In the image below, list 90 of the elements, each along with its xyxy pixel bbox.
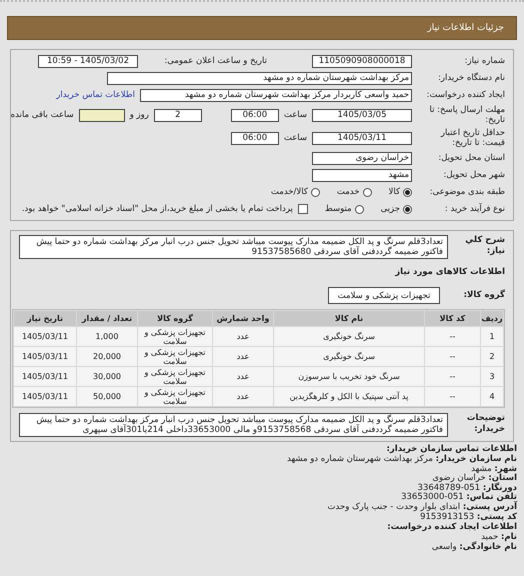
input-field[interactable]: 1105090908000018 [312, 54, 412, 68]
section-title: اطلاعات ایجاد کننده درخواست: [386, 522, 517, 532]
contact-line: نام: حمید [481, 533, 517, 542]
input-field[interactable]: 2 [154, 108, 202, 122]
table-cell: تجهیزات پزشکی و سلامت [138, 347, 212, 366]
input-field[interactable]: مشهد [312, 168, 412, 182]
table-cell: سرنگ خونگیری [274, 347, 424, 366]
table-cell: عدد [213, 387, 273, 406]
input-field[interactable]: 1405/03/11 [312, 132, 412, 144]
table-cell: تجهیزات پزشکی و سلامت [138, 387, 212, 406]
field-label: طبقه بندی موضوعی: [428, 187, 505, 197]
table-cell: عدد [213, 327, 273, 346]
table-cell: 4 [481, 387, 503, 406]
contact-line: استان: خراسان رضوی [431, 474, 517, 484]
field-label: نام دستگاه خریدار: [437, 73, 505, 83]
table-cell: -- [425, 347, 480, 366]
field-label: روز و [130, 110, 149, 120]
option-label: پرداخت تمام یا بخشی از مبلغ خرید،از محل "اسناد خزانه اسلامی" خواهد بود. [22, 204, 293, 214]
table-cell: 20,000 [77, 347, 137, 366]
radio-button[interactable] [310, 188, 320, 196]
table-cell: 1,000 [77, 327, 137, 346]
input-field[interactable]: 06:00 [230, 132, 279, 144]
description-box: تعداد3قلم سرنگ و پد الکل ضمیمه مدارک پیوست میباشد تحویل جنس درب انبار مرکز بهداشت شماره دو حتما پیش فاکتور ضمیمه گرددفنی آقای سردقی 9153758568و مالی 33653000داخلی 214یا301آقای سپهری [19, 413, 448, 437]
table-cell: 2 [481, 347, 503, 366]
column-header: ردیف [481, 311, 503, 326]
field-label: تاریخ و ساعت اعلان عمومی: [163, 56, 267, 66]
input-field[interactable]: 06:00 [230, 108, 279, 122]
input-field[interactable] [78, 108, 125, 122]
field-label: استان محل تحویل: [437, 153, 505, 163]
input-field[interactable]: تجهیزات پزشکی و سلامت [328, 287, 440, 304]
input-field[interactable]: حمید واسعی کاربردار مرکز بهداشت شهرستان شماره دو مشهد [140, 88, 412, 102]
table-cell: تجهیزات پزشکی و سلامت [138, 327, 212, 346]
table-cell: عدد [213, 347, 273, 366]
table-cell: 3 [481, 367, 503, 386]
radio-button[interactable] [403, 188, 412, 196]
field-label: شرح کلي نياز: [464, 235, 505, 257]
section-title: اطلاعات تماس سازمان خریدار: [386, 444, 517, 454]
column-header: نام کالا [274, 311, 424, 326]
table-cell: پد آنتی سپتیک با الکل و کلرهگزیدین [274, 387, 424, 406]
page-header: جزئيات اطلاعات نياز [7, 16, 517, 40]
contact-line: شهر: مشهد [471, 464, 517, 474]
column-header: تاریخ نیاز [14, 311, 76, 326]
input-field[interactable]: مرکز بهداشت شهرستان شماره دو مشهد [107, 72, 412, 84]
column-header: گروه کالا [138, 311, 212, 326]
table-cell: 1405/03/11 [14, 387, 76, 406]
column-header: واحد شمارش [213, 311, 273, 326]
field-label: توضیحات خریدار: [466, 413, 505, 435]
table-cell: تجهیزات پزشکی و سلامت [138, 367, 212, 386]
description-box: تعداد3قلم سرنگ و پد الکل ضمیمه مدارک پیوست میباشد تحویل جنس درب انبار مرکز بهداشت شماره دو حتما پیش فاکتور ضمیمه گرددفنی آقای سردقی 91537585680 [19, 235, 448, 259]
field-label: ساعت [284, 110, 307, 120]
option-label: خدمت [336, 187, 360, 197]
column-header: کد کالا [425, 311, 480, 326]
column-header: تعداد / مقدار [77, 311, 137, 326]
input-field[interactable]: خراسان رضوی [312, 152, 412, 164]
table-cell: 30,000 [77, 367, 137, 386]
table-cell: -- [425, 387, 480, 406]
table-cell: 1405/03/11 [14, 327, 76, 346]
table-cell: سرنگ خود تخریب با سرسوزن [274, 367, 424, 386]
table-cell: 50,000 [77, 387, 137, 406]
input-field[interactable]: 1405/03/05 [312, 108, 412, 122]
table-cell: 1405/03/11 [14, 367, 76, 386]
field-label: ایجاد کننده درخواست: [426, 90, 505, 100]
contact-line: نام خانوادگی: واسعی [430, 542, 517, 552]
field-label: گروه کالا: [462, 290, 505, 301]
option-label: کالا [388, 187, 400, 197]
contact-link[interactable]: اطلاعات تماس خریدار [56, 90, 135, 100]
input-field[interactable]: 1405/03/02 - 10:59 [38, 54, 138, 68]
table-cell: 1 [481, 327, 503, 346]
radio-button[interactable] [354, 204, 364, 214]
field-label: ساعت باقی مانده [10, 110, 74, 120]
radio-button[interactable] [403, 204, 412, 214]
section-title: اطلاعات کالاهای مورد نیاز [394, 267, 505, 278]
field-label: شماره نیاز: [464, 56, 505, 66]
option-label: متوسط [324, 204, 352, 214]
table-cell: عدد [213, 367, 273, 386]
field-label: شهر محل تحویل: [442, 170, 505, 180]
field-label: حداقل تاریخ اعتبار قیمت: تا تاریخ: [440, 128, 505, 148]
field-label: نوع فرآیند خرید : [444, 204, 505, 214]
table-cell: -- [425, 367, 480, 386]
option-label: جزیی [380, 204, 400, 214]
field-label: ساعت [284, 133, 307, 143]
table-cell: سرنگ خونگیری [274, 327, 424, 346]
option-label: کالا/خدمت [270, 187, 308, 197]
contact-line: آدرس پستی: ابتدای بلوار وحدت - جنب پارک وحدت [326, 502, 517, 512]
radio-button[interactable] [362, 188, 372, 196]
checkbox[interactable] [298, 204, 308, 214]
table-cell: -- [425, 327, 480, 346]
field-label: مهلت ارسال پاسخ: تا تاریخ: [428, 105, 505, 125]
contact-line: نام سازمان خریدار: مرکز بهداشت شهرستان شماره دو مشهد [286, 455, 517, 465]
table-cell: 1405/03/11 [14, 347, 76, 366]
